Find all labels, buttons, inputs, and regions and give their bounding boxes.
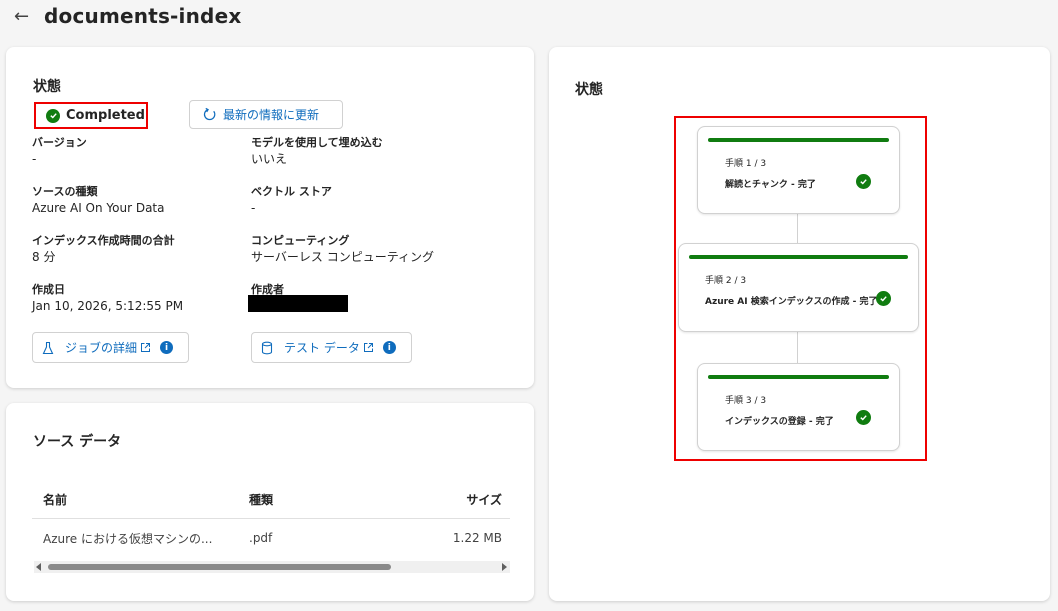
step-progress-bar [708, 138, 889, 142]
scroll-left-icon[interactable] [36, 563, 41, 571]
test-data-label: テスト データ [284, 341, 360, 355]
redacted-creator [248, 295, 348, 312]
refresh-icon [203, 107, 216, 121]
indexing-time-field: インデックス作成時間の合計 8 分 [32, 234, 175, 266]
table-header: 名前 種類 サイズ [32, 481, 510, 519]
source-data-table: 名前 種類 サイズ Azure における仮想マシンの... .pdf 1.22 … [32, 481, 510, 557]
check-circle-icon [46, 108, 60, 123]
embedding-model-field: モデルを使用して埋め込む いいえ [251, 136, 383, 168]
info-icon[interactable]: i [382, 341, 396, 354]
refresh-label: 最新の情報に更新 [223, 108, 320, 122]
external-link-icon [363, 343, 373, 352]
step-progress-bar [708, 375, 889, 379]
step-card-3: 手順 3 / 3 インデックスの登録 - 完了 [697, 363, 900, 451]
field-value: サーバーレス コンピューティング [251, 250, 434, 264]
source-type-field: ソースの種類 Azure AI On Your Data [32, 185, 165, 217]
field-value: Jan 10, 2026, 5:12:55 PM [32, 299, 184, 313]
scroll-thumb[interactable] [48, 564, 391, 570]
field-value: いいえ [251, 152, 288, 166]
field-value: - [251, 201, 256, 215]
cell-type: .pdf [249, 531, 273, 545]
field-label: コンピューティング [251, 234, 350, 247]
job-details-button[interactable]: ジョブの詳細 i [32, 332, 189, 363]
column-header-type[interactable]: 種類 [249, 491, 273, 508]
step-progress-bar [689, 255, 908, 259]
step-number: 手順 3 / 3 [725, 396, 767, 406]
steps-section-title: 状態 [575, 82, 603, 98]
page-title: documents-index [44, 4, 242, 28]
table-row[interactable]: Azure における仮想マシンの... .pdf 1.22 MB [32, 519, 510, 557]
source-data-title: ソース データ [33, 434, 122, 450]
back-arrow-icon[interactable]: ← [14, 6, 36, 27]
status-text: Completed [66, 108, 145, 123]
version-field: バージョン - [32, 136, 87, 168]
column-header-name[interactable]: 名前 [43, 491, 67, 508]
field-label: モデルを使用して埋め込む [251, 136, 383, 149]
field-label: ソースの種類 [32, 185, 98, 198]
page-header: ← documents-index [14, 2, 241, 30]
step-number: 手順 2 / 3 [705, 276, 747, 286]
field-value: Azure AI On Your Data [32, 201, 165, 215]
database-icon [261, 341, 273, 354]
step-card-2: 手順 2 / 3 Azure AI 検索インデックスの作成 - 完了 [678, 243, 919, 332]
check-circle-icon [876, 291, 891, 306]
step-name: インデックスの登録 - 完了 [725, 417, 834, 427]
info-icon[interactable]: i [160, 341, 174, 354]
refresh-button[interactable]: 最新の情報に更新 [189, 100, 343, 129]
status-section-title: 状態 [33, 79, 61, 95]
step-card-1: 手順 1 / 3 解読とチャンク - 完了 [697, 126, 900, 214]
status-card: 状態 Completed 最新の情報に更新 バージョン - モデルを使用して埋め… [6, 47, 534, 388]
steps-card: 状態 手順 1 / 3 解読とチャンク - 完了 手順 2 / 3 Azure … [549, 47, 1050, 601]
step-name: 解読とチャンク - 完了 [725, 180, 816, 190]
compute-field: コンピューティング サーバーレス コンピューティング [251, 234, 434, 266]
field-label: インデックス作成時間の合計 [32, 234, 175, 247]
check-circle-icon [856, 410, 871, 425]
field-label: ベクトル ストア [251, 185, 332, 198]
scroll-right-icon[interactable] [502, 563, 507, 571]
field-value: 8 分 [32, 250, 56, 264]
horizontal-scrollbar[interactable] [34, 561, 510, 573]
created-date-field: 作成日 Jan 10, 2026, 5:12:55 PM [32, 283, 183, 315]
check-circle-icon [856, 174, 871, 189]
cell-size: 1.22 MB [452, 531, 502, 545]
external-link-icon [141, 343, 151, 352]
job-details-label: ジョブの詳細 [65, 341, 138, 355]
column-header-size[interactable]: サイズ [466, 491, 502, 508]
field-value: - [32, 152, 37, 166]
field-label: 作成日 [32, 283, 65, 296]
step-name: Azure AI 検索インデックスの作成 - 完了 [705, 297, 878, 307]
vector-store-field: ベクトル ストア - [251, 185, 332, 217]
source-data-card: ソース データ 名前 種類 サイズ Azure における仮想マシンの... .p… [6, 403, 534, 601]
test-data-button[interactable]: テスト データ i [251, 332, 412, 363]
beaker-icon [42, 341, 54, 354]
status-badge: Completed [34, 102, 148, 129]
field-label: バージョン [32, 136, 87, 149]
cell-name: Azure における仮想マシンの... [43, 531, 213, 546]
step-number: 手順 1 / 3 [725, 159, 767, 169]
